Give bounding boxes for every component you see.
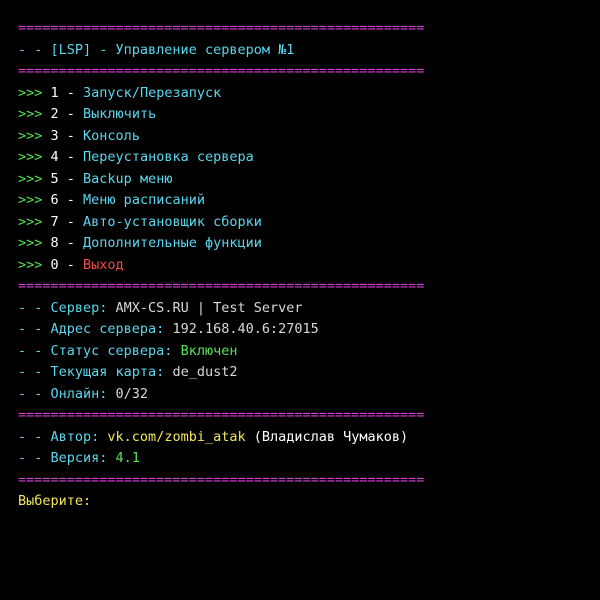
separator-line: ========================================… (18, 471, 425, 488)
menu-item-key: 1 (50, 84, 59, 101)
online-label: Онлайн: (50, 385, 116, 402)
menu-item-label: Выключить (83, 106, 157, 122)
header-line: - - [LSP] - Управление сервером №1 (18, 40, 600, 62)
menu-arrow: >>> (18, 170, 51, 187)
menu-item-exit[interactable]: >>> 0 - Выход (18, 255, 600, 277)
author-line: - - Автор: vk.com/zombi_atak (Владислав … (18, 427, 600, 449)
line-prefix: - - (18, 428, 51, 445)
menu-item-dash: - (58, 235, 84, 251)
current-map-label: Текущая карта: (50, 364, 173, 380)
author-link: vk.com/zombi_atak (107, 428, 246, 445)
menu-item-label: Backup меню (83, 170, 173, 187)
menu-item-extra-functions[interactable]: >>> 8 - Дополнительные функции (18, 233, 600, 255)
menu-item-key: 0 (50, 256, 59, 273)
server-name-line: - - Сервер: AMX-CS.RU | Test Server (18, 298, 600, 320)
current-map-value: de_dust2 (172, 364, 238, 380)
menu-item-label: Запуск/Перезапуск (83, 84, 222, 101)
menu-arrow: >>> (18, 106, 51, 122)
line-prefix: - - (18, 321, 51, 337)
line-prefix: - - (18, 299, 51, 316)
menu-item-label: Выход (83, 256, 124, 273)
server-name-label: Сервер: (50, 299, 116, 316)
menu-item-key: 7 (50, 213, 59, 230)
menu-arrow: >>> (18, 149, 51, 165)
input-prompt-line[interactable]: Выберите: (18, 491, 600, 513)
menu-item-reinstall[interactable]: >>> 4 - Переустановка сервера (18, 147, 600, 169)
separator-line: ========================================… (18, 407, 425, 423)
author-label: Автор: (50, 428, 108, 445)
version-label: Версия: (50, 450, 116, 466)
input-prompt[interactable]: Выберите: (18, 493, 91, 509)
menu-item-key: 3 (50, 127, 59, 144)
menu-arrow: >>> (18, 192, 51, 208)
line-prefix: - - (18, 364, 51, 380)
separator-line: ========================================… (18, 63, 425, 79)
menu-item-dash: - (58, 149, 84, 165)
menu-item-key: 2 (50, 106, 59, 122)
server-status-value: Включен (180, 342, 238, 359)
menu-item-label: Консоль (83, 127, 140, 144)
menu-item-dash: - (58, 192, 84, 208)
menu-item-dash: - (58, 170, 84, 187)
menu-title: [LSP] - Управление сервером №1 (50, 41, 295, 58)
line-prefix: - - (18, 450, 51, 466)
menu-item-label: Переустановка сервера (83, 149, 254, 165)
server-name-value: AMX-CS.RU | Test Server (115, 299, 303, 316)
menu-arrow: >>> (18, 213, 51, 230)
menu-arrow: >>> (18, 127, 51, 144)
server-status-line: - - Статус сервера: Включен (18, 341, 600, 363)
version-value: 4.1 (115, 450, 140, 466)
server-address-line: - - Адрес сервера: 192.168.40.6:27015 (18, 319, 600, 341)
line-prefix: - - (18, 342, 51, 359)
separator-line: ========================================… (18, 278, 425, 294)
menu-item-label: Меню расписаний (83, 192, 205, 208)
server-address-value: 192.168.40.6:27015 (172, 321, 319, 337)
menu-item-start[interactable]: >>> 1 - Запуск/Перезапуск (18, 83, 600, 105)
menu-item-label: Авто-установщик сборки (83, 213, 262, 230)
menu-item-key: 8 (50, 235, 59, 251)
menu-item-auto-installer[interactable]: >>> 7 - Авто-установщик сборки (18, 212, 600, 234)
menu-item-backup[interactable]: >>> 5 - Backup меню (18, 169, 600, 191)
version-line: - - Версия: 4.1 (18, 448, 600, 470)
menu-item-dash: - (58, 84, 84, 101)
line-prefix: - - (18, 385, 51, 402)
menu-item-dash: - (58, 127, 84, 144)
menu-item-label: Дополнительные функции (83, 235, 262, 251)
online-line: - - Онлайн: 0/32 (18, 384, 600, 406)
menu-item-console[interactable]: >>> 3 - Консоль (18, 126, 600, 148)
menu-item-key: 5 (50, 170, 59, 187)
menu-item-dash: - (58, 256, 84, 273)
menu-item-schedules[interactable]: >>> 6 - Меню расписаний (18, 190, 600, 212)
menu-arrow: >>> (18, 84, 51, 101)
menu-item-shutdown[interactable]: >>> 2 - Выключить (18, 104, 600, 126)
server-address-label: Адрес сервера: (50, 321, 173, 337)
menu-item-key: 4 (50, 149, 59, 165)
separator-line: ========================================… (18, 20, 425, 36)
menu-item-dash: - (58, 106, 84, 122)
menu-arrow: >>> (18, 235, 51, 251)
menu-item-dash: - (58, 213, 84, 230)
current-map-line: - - Текущая карта: de_dust2 (18, 362, 600, 384)
server-status-label: Статус сервера: (50, 342, 181, 359)
online-value: 0/32 (115, 385, 149, 402)
terminal-window: ========================================… (0, 0, 600, 600)
author-name: (Владислав Чумаков) (245, 428, 409, 445)
line-prefix: - - (18, 41, 51, 58)
menu-arrow: >>> (18, 256, 51, 273)
menu-item-key: 6 (50, 192, 59, 208)
